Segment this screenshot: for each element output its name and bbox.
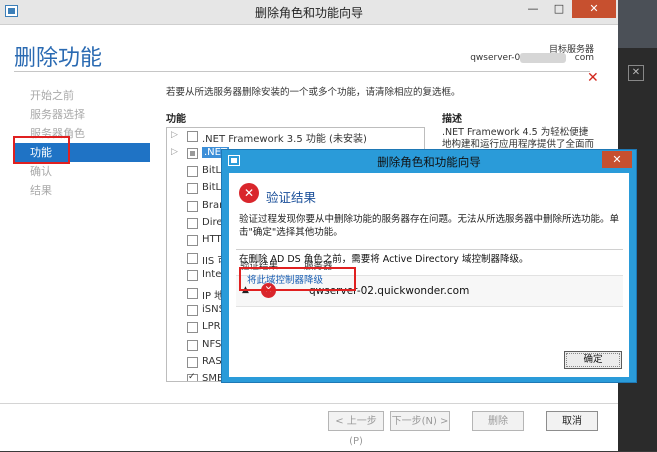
feature-checkbox[interactable]	[187, 304, 198, 316]
background-window-header	[618, 0, 657, 48]
title-bar: 删除角色和功能向导 — □ ✕	[0, 0, 618, 25]
annotation-box-demote-link	[239, 267, 356, 291]
expand-arrow-icon[interactable]: ▷	[171, 130, 181, 140]
feature-checkbox[interactable]	[187, 339, 198, 351]
footer-divider	[0, 403, 618, 404]
feature-checkbox[interactable]	[187, 287, 198, 299]
feature-checkbox[interactable]	[187, 148, 198, 160]
feature-checkbox[interactable]	[187, 217, 198, 229]
previous-button[interactable]: < 上一步(P)	[328, 411, 384, 447]
nav-item-server-selection[interactable]: 服务器选择	[14, 105, 150, 124]
dialog-heading: 验证结果	[266, 190, 317, 205]
nav-item-results[interactable]: 结果	[14, 181, 150, 200]
dialog-message: 验证过程发现你要从中删除功能的服务器存在问题。无法从所选服务器中删除所选功能。单…	[239, 214, 620, 238]
feature-checkbox[interactable]	[187, 322, 198, 334]
remove-button[interactable]: 删除	[472, 411, 524, 431]
validation-dialog: 删除角色和功能向导 ✕ ✕ 验证结果 验证过程发现你要从中删除功能的服务器存在问…	[221, 149, 637, 383]
expand-arrow-icon[interactable]: ▷	[171, 147, 181, 157]
feature-checkbox[interactable]	[187, 165, 198, 177]
cancel-button[interactable]: 取消	[546, 411, 598, 431]
nav-item-confirmation[interactable]: 确认	[14, 162, 150, 181]
feature-label: RAS	[202, 356, 222, 368]
feature-label: NFS	[202, 338, 222, 350]
feature-checkbox[interactable]	[187, 131, 198, 142]
feature-label: .NET Framework 3.5 功能 (未安装)	[202, 134, 367, 145]
features-header: 功能	[166, 114, 186, 125]
dialog-body: ✕ 验证结果 验证过程发现你要从中删除功能的服务器存在问题。无法从所选服务器中删…	[229, 173, 629, 377]
feature-checkbox[interactable]	[187, 235, 198, 247]
dialog-title-bar: 删除角色和功能向导 ✕	[222, 150, 636, 172]
ok-button[interactable]: 确定	[564, 351, 622, 369]
error-icon: ✕	[239, 183, 259, 203]
feature-checkbox[interactable]	[187, 200, 198, 212]
description-header: 描述	[442, 114, 462, 125]
background-close-icon: ✕	[628, 65, 644, 81]
error-x-icon: ✕	[587, 70, 599, 86]
annotation-box-features	[13, 136, 70, 164]
maximize-button[interactable]: □	[546, 0, 572, 18]
feature-checkbox[interactable]	[187, 270, 198, 282]
close-button[interactable]: ✕	[572, 0, 616, 18]
feature-label: Dire	[202, 216, 223, 228]
feature-label: LPR	[202, 321, 221, 333]
minimize-button[interactable]: —	[520, 0, 546, 18]
header-divider	[14, 71, 590, 72]
feature-row[interactable]: ▷ .NET Framework 3.5 功能 (未安装)	[167, 128, 424, 145]
feature-checkbox[interactable]	[187, 183, 198, 195]
window-controls: — □ ✕	[520, 0, 616, 20]
dialog-title: 删除角色和功能向导	[377, 155, 481, 169]
dialog-close-button[interactable]: ✕	[602, 151, 632, 168]
instruction-text: 若要从所选服务器删除安装的一个或多个功能，请清除相应的复选框。	[166, 87, 461, 98]
row-detail-text: 在删除 AD DS 角色之前，需要将 Active Directory 域控制器…	[239, 254, 529, 265]
redacted-region	[520, 53, 566, 63]
page-title: 删除功能	[14, 45, 103, 70]
feature-checkbox[interactable]	[187, 357, 198, 369]
nav-item-before-you-begin[interactable]: 开始之前	[14, 86, 150, 105]
feature-checkbox[interactable]	[187, 372, 198, 381]
feature-checkbox[interactable]	[187, 252, 198, 264]
next-button[interactable]: 下一步(N) >	[390, 411, 450, 431]
target-server-suffix: com	[574, 53, 594, 63]
